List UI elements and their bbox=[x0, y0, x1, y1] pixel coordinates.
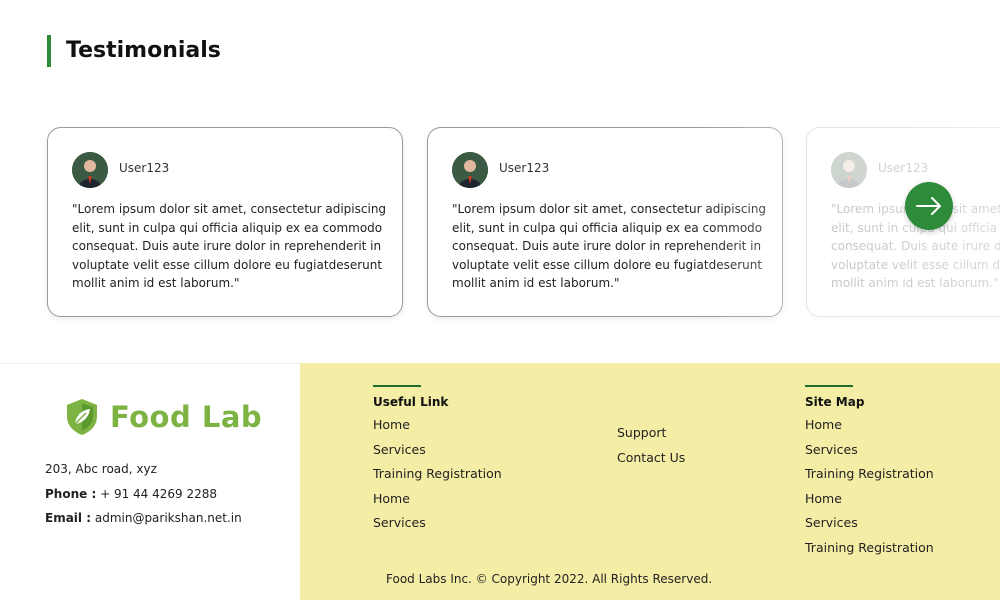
site-map-heading: Site Map bbox=[805, 395, 865, 409]
useful-links-heading: Useful Link bbox=[373, 395, 449, 409]
footer-links-panel: Useful Link Home Services Training Regis… bbox=[300, 363, 1000, 600]
footer-email: Email : admin@parikshan.net.in bbox=[45, 511, 242, 525]
footer-link-contact-us[interactable]: Contact Us bbox=[617, 449, 685, 474]
copyright-text: Food Labs Inc. © Copyright 2022. All Rig… bbox=[386, 572, 713, 586]
sitemap-link-services[interactable]: Services bbox=[805, 441, 934, 466]
brand-name: Food Lab bbox=[110, 400, 263, 434]
testimonial-username: User123 bbox=[878, 161, 929, 175]
site-map-column: Site Map Home Services Training Registra… bbox=[805, 385, 934, 563]
sitemap-link-training-registration[interactable]: Training Registration bbox=[805, 465, 934, 490]
footer-link-support[interactable]: Support bbox=[617, 424, 685, 449]
avatar bbox=[452, 152, 488, 188]
testimonial-username: User123 bbox=[119, 161, 170, 175]
support-links-column: Support Contact Us bbox=[617, 424, 685, 473]
testimonial-card: User123 "Lorem ipsum dolor sit amet, con… bbox=[427, 127, 783, 317]
sitemap-link-training-registration[interactable]: Training Registration bbox=[805, 539, 934, 564]
testimonials-heading: Testimonials bbox=[47, 35, 221, 67]
footer-link-training-registration[interactable]: Training Registration bbox=[373, 465, 502, 490]
avatar bbox=[72, 152, 108, 188]
sitemap-link-home[interactable]: Home bbox=[805, 490, 934, 515]
sitemap-link-home[interactable]: Home bbox=[805, 416, 934, 441]
footer-address: 203, Abc road, xyz bbox=[45, 462, 157, 476]
email-address[interactable]: admin@parikshan.net.in bbox=[95, 511, 242, 525]
arrow-right-icon bbox=[916, 197, 941, 215]
footer-phone: Phone : + 91 44 4269 2288 bbox=[45, 487, 217, 501]
footer-link-services[interactable]: Services bbox=[373, 441, 502, 466]
carousel-next-button[interactable] bbox=[905, 182, 953, 230]
footer-contact-panel: Food Lab 203, Abc road, xyz Phone : + 91… bbox=[0, 363, 300, 600]
sitemap-link-services[interactable]: Services bbox=[805, 514, 934, 539]
testimonial-card: User123 "Lorem ipsum dolor sit amet, con… bbox=[806, 127, 1000, 317]
footer-link-home[interactable]: Home bbox=[373, 416, 502, 441]
useful-links-column: Useful Link Home Services Training Regis… bbox=[373, 385, 502, 539]
heading-underline bbox=[373, 385, 421, 387]
heading-underline bbox=[805, 385, 853, 387]
footer-link-services[interactable]: Services bbox=[373, 514, 502, 539]
email-label: Email : bbox=[45, 511, 92, 525]
testimonials-carousel: User123 "Lorem ipsum dolor sit amet, con… bbox=[0, 110, 1000, 340]
testimonial-username: User123 bbox=[499, 161, 550, 175]
testimonial-card: User123 "Lorem ipsum dolor sit amet, con… bbox=[47, 127, 403, 317]
phone-number[interactable]: + 91 44 4269 2288 bbox=[100, 487, 217, 501]
avatar bbox=[831, 152, 867, 188]
testimonial-quote: "Lorem ipsum dolor sit amet, consectetur… bbox=[452, 202, 767, 290]
site-footer: Food Lab 203, Abc road, xyz Phone : + 91… bbox=[0, 363, 1000, 600]
shield-leaf-icon bbox=[67, 399, 97, 435]
footer-link-home[interactable]: Home bbox=[373, 490, 502, 515]
phone-label: Phone : bbox=[45, 487, 97, 501]
testimonial-quote: "Lorem ipsum dolor sit amet, consectetur… bbox=[72, 202, 387, 290]
food-lab-logo[interactable]: Food Lab bbox=[64, 397, 262, 437]
